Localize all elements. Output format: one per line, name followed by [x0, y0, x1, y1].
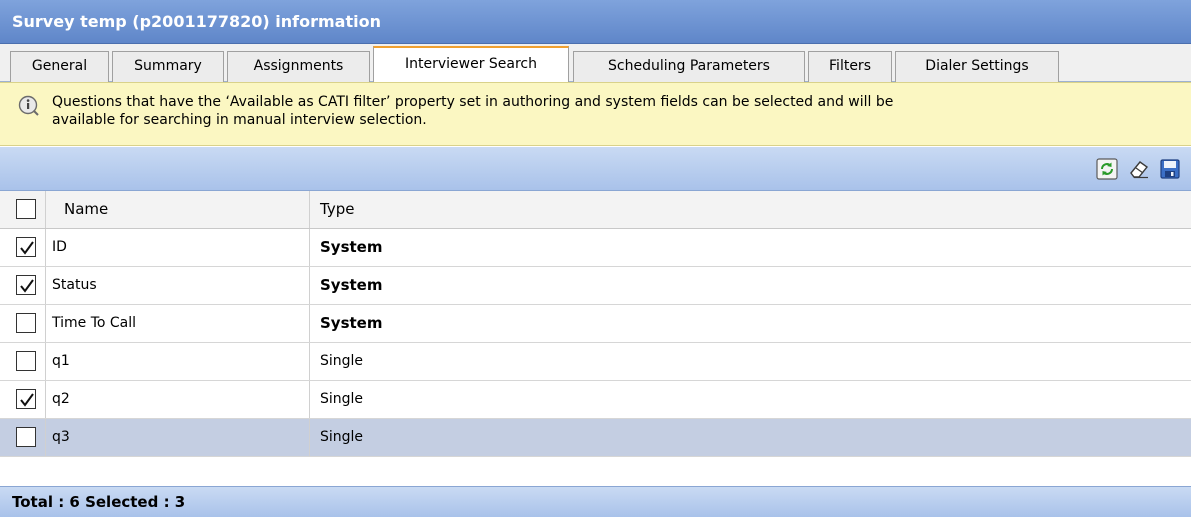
row-name: Status	[46, 267, 310, 304]
info-text-line-1: Questions that have the ‘Available as CA…	[52, 94, 894, 110]
info-icon	[18, 95, 40, 117]
tab-filters[interactable]: Filters	[808, 51, 892, 82]
row-type: System	[320, 238, 383, 256]
row-name: ID	[46, 229, 310, 266]
tab-general[interactable]: General	[10, 51, 109, 82]
table-row[interactable]: q3 Single	[0, 419, 1191, 457]
row-type: System	[320, 314, 383, 332]
row-checkbox[interactable]	[16, 389, 36, 409]
row-checkbox[interactable]	[16, 237, 36, 257]
grid-footer-summary: Total : 6 Selected : 3	[0, 486, 1191, 517]
row-name: Time To Call	[46, 305, 310, 342]
row-name: q1	[46, 343, 310, 380]
row-name: q2	[46, 381, 310, 418]
tab-scheduling-parameters[interactable]: Scheduling Parameters	[573, 51, 805, 82]
row-type: Single	[320, 391, 364, 407]
row-type: Single	[320, 429, 364, 445]
row-type: System	[320, 276, 383, 294]
table-row[interactable]: q1 Single	[0, 343, 1191, 381]
tab-bar: General Summary Assignments Interviewer …	[0, 44, 1191, 83]
table-row[interactable]: Time To Call System	[0, 305, 1191, 343]
row-checkbox[interactable]	[16, 275, 36, 295]
column-header-name[interactable]: Name	[46, 191, 310, 228]
table-row[interactable]: Status System	[0, 267, 1191, 305]
table-row[interactable]: q2 Single	[0, 381, 1191, 419]
row-checkbox[interactable]	[16, 427, 36, 447]
row-checkbox[interactable]	[16, 313, 36, 333]
refresh-icon[interactable]	[1096, 158, 1118, 180]
grid-toolbar	[0, 147, 1191, 191]
tab-summary[interactable]: Summary	[112, 51, 224, 82]
info-text-line-2: available for searching in manual interv…	[52, 112, 427, 128]
info-message: Questions that have the ‘Available as CA…	[0, 82, 1191, 146]
select-all-checkbox[interactable]	[16, 199, 36, 219]
row-checkbox[interactable]	[16, 351, 36, 371]
tab-dialer-settings[interactable]: Dialer Settings	[895, 51, 1059, 82]
column-header-type[interactable]: Type	[310, 191, 1191, 228]
table-row[interactable]: ID System	[0, 229, 1191, 267]
eraser-icon[interactable]	[1128, 158, 1150, 180]
save-icon[interactable]	[1159, 158, 1181, 180]
row-type: Single	[320, 353, 364, 369]
grid-header: Name Type	[0, 191, 1191, 229]
fields-grid: Name Type ID System Status System Time T…	[0, 191, 1191, 457]
tab-assignments[interactable]: Assignments	[227, 51, 370, 82]
tab-interviewer-search[interactable]: Interviewer Search	[373, 46, 569, 83]
window-title: Survey temp (p2001177820) information	[0, 0, 1191, 44]
row-name: q3	[46, 419, 310, 456]
